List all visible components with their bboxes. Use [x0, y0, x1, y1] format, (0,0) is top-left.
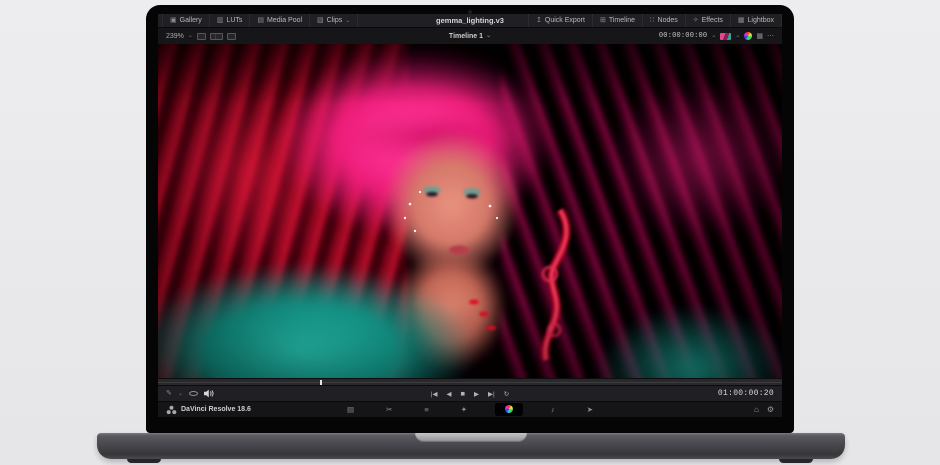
more-options-icon[interactable]: ⋯ — [767, 33, 774, 40]
media-pool-icon: ▤ — [257, 17, 264, 24]
effects-icon: ✧ — [693, 17, 699, 24]
viewer-tools: ✎ ⌄ — [166, 389, 214, 398]
stop-button[interactable]: ■ — [461, 389, 466, 398]
cut-page-icon[interactable]: ✂ — [382, 404, 396, 416]
effects-label: Effects — [702, 17, 723, 24]
effects-button[interactable]: ✧ Effects — [686, 14, 731, 27]
chevron-down-icon: ⌄ — [486, 33, 491, 39]
edit-page-icon[interactable]: ≡ — [420, 404, 432, 416]
toolbar-left-group: ▣ Gallery ▥ LUTs ▤ Media Pool ▧ Clips — [158, 14, 358, 27]
speaker-icon[interactable] — [204, 389, 214, 398]
timeline-label: Timeline — [609, 17, 635, 24]
viewer-canvas[interactable] — [158, 44, 782, 378]
color-page-icon[interactable] — [495, 403, 523, 417]
project-title: gemma_lighting.v3 — [436, 16, 504, 25]
nodes-icon: ∷ — [650, 17, 654, 24]
play-button[interactable]: ▶ — [474, 390, 479, 398]
annotate-pencil-icon[interactable]: ✎ — [166, 390, 172, 397]
luts-label: LUTs — [226, 17, 242, 24]
chevron-down-icon[interactable]: ⌄ — [188, 33, 193, 39]
unmix-icon[interactable] — [189, 391, 198, 396]
timeline-button[interactable]: ⊞ Timeline — [593, 14, 643, 27]
luts-icon: ▥ — [217, 17, 224, 24]
quick-export-button[interactable]: ↥ Quick Export — [528, 14, 593, 27]
deliver-page-icon[interactable]: ➤ — [583, 404, 597, 416]
nodes-label: Nodes — [658, 17, 678, 24]
timeline-scrubber[interactable] — [158, 378, 782, 385]
chevron-down-icon: ⌄ — [345, 18, 350, 24]
still-thumbnail-icon[interactable] — [720, 33, 731, 40]
app-brand: DaVinci Resolve 18.6 — [166, 405, 251, 415]
single-clip-toggle[interactable] — [197, 33, 206, 40]
toolbar-right-group: ↥ Quick Export ⊞ Timeline ∷ Nodes ✧ Effe… — [528, 14, 782, 27]
color-wheel-icon[interactable] — [744, 32, 752, 40]
lightbox-icon: ▦ — [738, 17, 745, 24]
image-wipe-toggle[interactable] — [227, 33, 236, 40]
page-navigation-bar: DaVinci Resolve 18.6 ▤ ✂ ≡ ✦ ♪ ➤ ⌂ ⚙ — [158, 401, 782, 417]
chevron-down-icon[interactable]: ⌄ — [735, 33, 740, 39]
play-reverse-button[interactable]: ◀ — [447, 390, 452, 398]
lightbox-button[interactable]: ▦ Lightbox — [731, 14, 782, 27]
chevron-down-icon[interactable]: ⌄ — [178, 391, 183, 397]
clips-label: Clips — [327, 17, 343, 24]
viewer-timecode[interactable]: 00:00:00:00 — [659, 32, 707, 40]
video-frame — [158, 44, 782, 378]
laptop-screen: ▣ Gallery ▥ LUTs ▤ Media Pool ▧ Clips — [146, 5, 794, 433]
pagebar-right-controls: ⌂ ⚙ — [754, 405, 774, 414]
top-toolbar: ▣ Gallery ▥ LUTs ▤ Media Pool ▧ Clips — [158, 14, 782, 28]
quick-export-icon: ↥ — [536, 17, 542, 24]
lightbox-label: Lightbox — [748, 17, 774, 24]
viewer-zoom-level[interactable]: 239% — [166, 33, 184, 40]
clips-button[interactable]: ▧ Clips ⌄ — [310, 14, 358, 27]
settings-gear-icon[interactable]: ⚙ — [767, 405, 774, 414]
media-pool-label: Media Pool — [267, 17, 302, 24]
media-page-icon[interactable]: ▤ — [343, 404, 358, 416]
gallery-icon: ▣ — [170, 17, 177, 24]
project-manager-home-icon[interactable]: ⌂ — [754, 405, 759, 414]
fairlight-page-icon[interactable]: ♪ — [547, 404, 559, 416]
chevron-down-icon[interactable]: ⌄ — [711, 33, 716, 39]
macbook-pro-scene: ▣ Gallery ▥ LUTs ▤ Media Pool ▧ Clips — [0, 0, 940, 465]
laptop-lid-scoop — [415, 433, 527, 442]
gallery-label: Gallery — [180, 17, 202, 24]
gallery-button[interactable]: ▣ Gallery — [162, 14, 210, 27]
viewer-right-controls: 00:00:00:00 ⌄ ⌄ ▦ ⋯ — [659, 32, 774, 40]
split-view-toggle[interactable] — [210, 33, 223, 40]
luts-button[interactable]: ▥ LUTs — [210, 14, 251, 27]
transport-bar: ✎ ⌄ |◀ ◀ ■ ▶ ▶| ↻ 01:00:00:20 — [158, 385, 782, 401]
playhead-timecode: 01:00:00:20 — [718, 389, 774, 398]
page-tabs: ▤ ✂ ≡ ✦ ♪ ➤ — [343, 403, 597, 417]
loop-button[interactable]: ↻ — [504, 390, 509, 398]
fusion-page-icon[interactable]: ✦ — [457, 404, 471, 416]
viewer-header: 239% ⌄ Timeline 1 ⌄ 00:00:00:00 ⌄ ⌄ ▦ — [158, 28, 782, 44]
nodes-button[interactable]: ∷ Nodes — [643, 14, 686, 27]
laptop-base — [97, 433, 845, 459]
app-version-label: DaVinci Resolve 18.6 — [181, 406, 251, 413]
grid-view-icon[interactable]: ▦ — [756, 33, 763, 40]
quick-export-label: Quick Export — [545, 17, 585, 24]
viewer-zoom-controls: 239% ⌄ — [166, 33, 236, 40]
timeline-icon: ⊞ — [600, 17, 606, 24]
timeline-selector[interactable]: Timeline 1 ⌄ — [449, 33, 491, 40]
transport-controls: |◀ ◀ ■ ▶ ▶| ↻ — [431, 389, 509, 398]
davinci-resolve-window: ▣ Gallery ▥ LUTs ▤ Media Pool ▧ Clips — [158, 14, 782, 417]
clips-icon: ▧ — [317, 17, 324, 24]
media-pool-button[interactable]: ▤ Media Pool — [250, 14, 310, 27]
davinci-resolve-logo-icon — [166, 405, 177, 415]
skip-previous-button[interactable]: |◀ — [431, 390, 438, 398]
skip-next-button[interactable]: ▶| — [488, 390, 495, 398]
timeline-name: Timeline 1 — [449, 33, 483, 40]
